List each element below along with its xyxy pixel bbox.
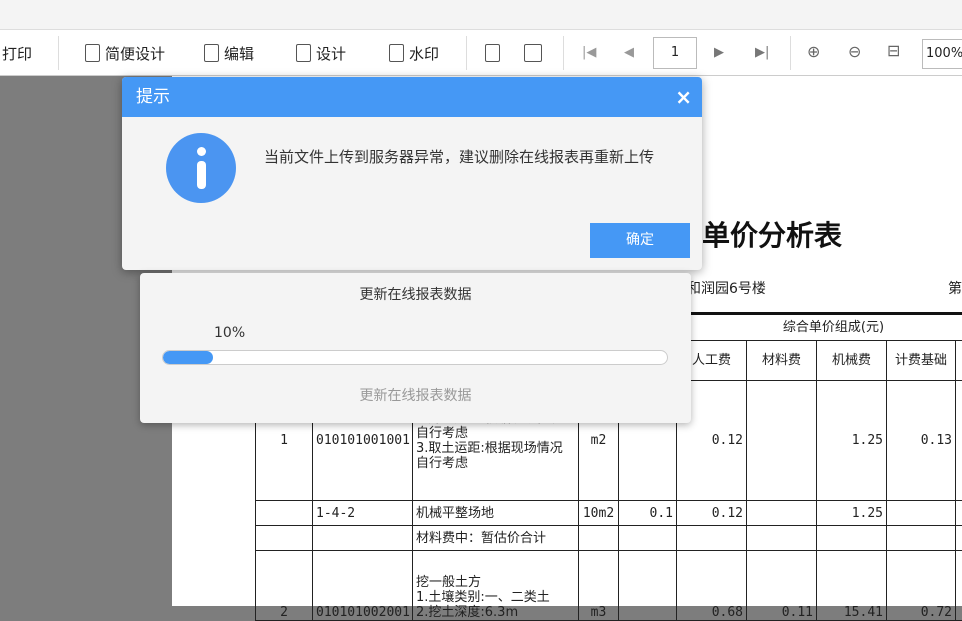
- progress-status: 更新在线报表数据: [359, 388, 472, 404]
- alert-dialog: 提示 × 当前文件上传到服务器异常，建议删除在线报表再重新上传 确定: [122, 77, 702, 270]
- table-cell-material: 0.11: [746, 550, 817, 621]
- progress-dialog: 更新在线报表数据 10% 更新在线报表数据: [140, 273, 691, 423]
- column-header: 材料费: [746, 340, 817, 381]
- table-cell-desc: 挖一般土方 1.土壤类别:一、二类土 2.挖土深度:6.3m: [412, 550, 579, 621]
- table-cell-material: [746, 525, 817, 551]
- table-cell-no: [255, 500, 313, 526]
- report-title: 单价分析表: [702, 219, 843, 252]
- table-cell-desc: 材料费中：暂估价合计: [412, 525, 579, 551]
- table-cell-base: [886, 525, 956, 551]
- table-cell-machine: 1.25: [816, 500, 887, 526]
- table-cell-base: [886, 500, 956, 526]
- last-page-icon[interactable]: ▶|: [755, 45, 769, 60]
- design-label: 设计: [316, 44, 347, 63]
- zoom-in-icon[interactable]: ⊕: [807, 42, 820, 61]
- table-cell-machine: 1.25: [816, 380, 887, 501]
- divider: [790, 36, 791, 70]
- design-button[interactable]: 设计: [296, 30, 346, 76]
- watermark-button[interactable]: 水印: [389, 30, 439, 76]
- project-name: 和润园6号楼: [687, 281, 766, 297]
- first-page-icon[interactable]: |◀: [582, 45, 596, 60]
- simple-design-label: 简便设计: [105, 44, 166, 63]
- table-cell-code: 010101002001: [312, 550, 413, 621]
- print-label: 打印: [2, 44, 33, 63]
- table-cell-unit: m3: [578, 550, 619, 621]
- table-cell-no: [255, 525, 313, 551]
- progress-fill: [163, 351, 214, 364]
- table-cell-base: 0.13: [886, 380, 956, 501]
- info-icon: [166, 133, 236, 203]
- single-page-icon: [485, 44, 500, 62]
- watermark-icon: [389, 44, 404, 62]
- table-cell-code: [312, 525, 413, 551]
- edit-icon: [204, 44, 219, 62]
- progress-title: 更新在线报表数据: [359, 287, 472, 303]
- table-cell-qty: [618, 525, 677, 551]
- title-bar: [0, 0, 962, 30]
- print-button[interactable]: 打印: [2, 30, 32, 76]
- table-cell: [955, 525, 962, 551]
- table-cell-base: 0.72: [886, 550, 956, 621]
- table-cell-machine: [816, 525, 887, 551]
- double-page-button[interactable]: [524, 30, 542, 76]
- table-cell-material: [746, 380, 817, 501]
- single-page-button[interactable]: [485, 30, 500, 76]
- divider: [466, 36, 467, 70]
- table-cell-unit: [578, 525, 619, 551]
- table-cell-qty: 0.1: [618, 500, 677, 526]
- ok-button[interactable]: 确定: [590, 223, 690, 258]
- table-cell-code: 1-4-2: [312, 500, 413, 526]
- divider: [58, 36, 59, 70]
- table-cell-machine: 15.41: [816, 550, 887, 621]
- dialog-header: 提示 ×: [122, 77, 702, 117]
- header-group: 综合单价组成(元): [676, 312, 962, 341]
- table-cell-labor: 0.12: [676, 500, 747, 526]
- edit-button[interactable]: 编辑: [204, 30, 254, 76]
- layout-icon: [85, 44, 100, 62]
- table-cell-qty: [618, 550, 677, 621]
- divider: [563, 36, 564, 70]
- zoom-input[interactable]: 100%: [922, 39, 962, 69]
- page-number-input[interactable]: 1: [653, 37, 697, 69]
- table-cell: [955, 380, 962, 501]
- close-icon[interactable]: ×: [675, 77, 692, 117]
- table-cell-desc: 机械平整场地: [412, 500, 579, 526]
- column-header: 计费基础: [886, 340, 956, 381]
- dialog-title: 提示: [136, 87, 170, 107]
- table-cell-material: [746, 500, 817, 526]
- toolbar: 打印 简便设计 编辑 设计 水印 |◀ ◀ 1 ▶ ▶| ⊕ ⊖ ⊟ 100%: [0, 30, 962, 76]
- watermark-label: 水印: [409, 44, 440, 63]
- table-cell-labor: [676, 525, 747, 551]
- dialog-message: 当前文件上传到服务器异常，建议删除在线报表再重新上传: [264, 148, 655, 166]
- table-cell: [955, 500, 962, 526]
- table-cell-no: 2: [255, 550, 313, 621]
- double-page-icon: [524, 44, 542, 62]
- table-cell-labor: 0.68: [676, 550, 747, 621]
- design-gear-icon: [296, 44, 311, 62]
- next-page-icon[interactable]: ▶: [714, 45, 724, 60]
- zoom-out-icon[interactable]: ⊖: [848, 42, 861, 61]
- table-cell: [955, 550, 962, 621]
- fit-width-icon[interactable]: ⊟: [887, 41, 900, 60]
- progress-percent: 10%: [214, 325, 246, 341]
- prev-page-icon[interactable]: ◀: [624, 45, 634, 60]
- column-header: [955, 340, 962, 381]
- edit-label: 编辑: [224, 44, 255, 63]
- page-label: 第: [948, 281, 962, 297]
- simple-design-button[interactable]: 简便设计: [85, 30, 165, 76]
- column-header: 机械费: [816, 340, 887, 381]
- progress-bar: [162, 350, 668, 365]
- table-cell-unit: 10m2: [578, 500, 619, 526]
